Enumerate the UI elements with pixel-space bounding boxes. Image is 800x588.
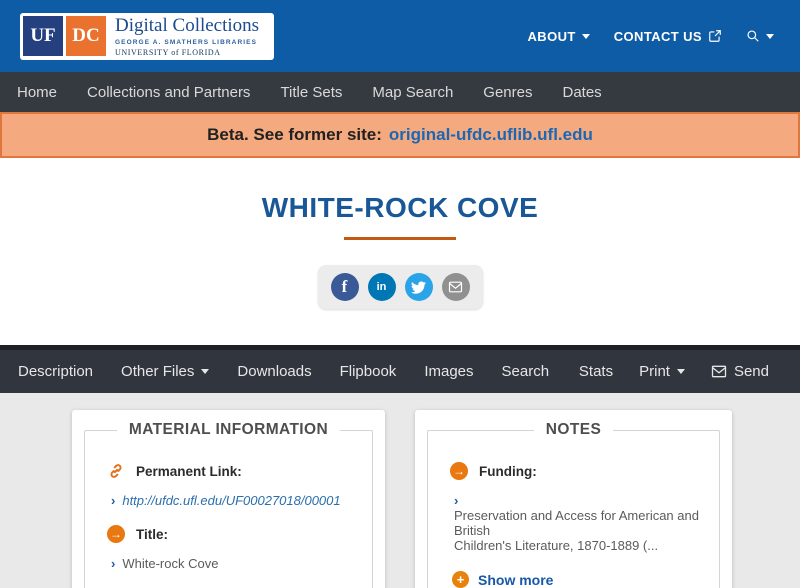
nav-item-dates[interactable]: Dates bbox=[547, 84, 616, 101]
site-header: UF DC Digital Collections GEORGE A. SMAT… bbox=[0, 0, 800, 72]
funding-value-row: ›Preservation and Access for American an… bbox=[454, 493, 707, 553]
twitter-icon bbox=[411, 280, 426, 294]
dc-logo-square: DC bbox=[66, 15, 106, 56]
contact-us-link[interactable]: CONTACT US bbox=[614, 29, 722, 44]
title-label-row: → Title: bbox=[107, 525, 360, 543]
title-value: White-rock Cove bbox=[122, 556, 219, 571]
chevron-down-icon bbox=[201, 369, 210, 374]
plus-circle-icon: + bbox=[452, 571, 469, 588]
show-more-link[interactable]: Show more bbox=[478, 572, 553, 588]
permanent-link-label-row: Permanent Link: bbox=[107, 462, 360, 480]
twitter-share-button[interactable] bbox=[404, 273, 433, 301]
tab-downloads[interactable]: Downloads bbox=[223, 363, 325, 380]
about-menu[interactable]: ABOUT bbox=[528, 29, 590, 44]
print-menu[interactable]: Print bbox=[626, 363, 698, 380]
chevron-right-icon: › bbox=[454, 493, 459, 508]
nav-item-home[interactable]: Home bbox=[8, 84, 72, 101]
page-title: WHITE-ROCK COVE bbox=[261, 192, 539, 223]
about-label: ABOUT bbox=[527, 28, 576, 44]
search-menu[interactable] bbox=[746, 29, 774, 43]
nav-item-map-search[interactable]: Map Search bbox=[357, 84, 468, 101]
link-icon bbox=[110, 464, 122, 478]
external-link-icon bbox=[709, 30, 721, 42]
arrow-circle-right-icon: → bbox=[107, 525, 125, 543]
envelope-icon bbox=[711, 365, 727, 378]
contact-label: CONTACT US bbox=[613, 28, 702, 44]
material-information-heading: MATERIAL INFORMATION bbox=[128, 421, 329, 438]
notes-heading: NOTES bbox=[545, 421, 602, 438]
arrow-circle-right-icon: → bbox=[450, 462, 468, 480]
facebook-icon: f bbox=[341, 277, 348, 296]
nav-item-title-sets[interactable]: Title Sets bbox=[265, 84, 357, 101]
ufdc-logo[interactable]: UF DC Digital Collections GEORGE A. SMAT… bbox=[20, 12, 275, 60]
chevron-right-icon: › bbox=[111, 556, 116, 571]
tab-description[interactable]: Description bbox=[4, 363, 107, 380]
stats-button[interactable]: Stats bbox=[566, 363, 626, 380]
funding-label: Funding: bbox=[479, 463, 537, 479]
logo-subtitle: GEORGE A. SMATHERS LIBRARIES bbox=[115, 38, 258, 46]
beta-banner: Beta. See former site: original-ufdc.ufl… bbox=[0, 112, 800, 158]
title-section: WHITE-ROCK COVE f in bbox=[0, 158, 800, 345]
notes-card: NOTES → Funding: ›Preservation and Acces… bbox=[415, 410, 732, 588]
item-toolbar: Description Other Files Downloads Flipbo… bbox=[0, 345, 800, 393]
title-value-row: › White-rock Cove bbox=[111, 556, 360, 571]
logo-text: Digital Collections GEORGE A. SMATHERS L… bbox=[106, 14, 271, 57]
other-files-label: Other Files bbox=[121, 363, 195, 380]
material-information-card: MATERIAL INFORMATION Permanent Link: › ht… bbox=[72, 410, 385, 588]
item-description-content: MATERIAL INFORMATION Permanent Link: › ht… bbox=[0, 393, 800, 588]
facebook-share-button[interactable]: f bbox=[330, 273, 359, 301]
header-nav: ABOUT CONTACT US bbox=[528, 29, 774, 44]
tab-flipbook[interactable]: Flipbook bbox=[326, 363, 411, 380]
nav-item-genres[interactable]: Genres bbox=[468, 84, 547, 101]
chevron-down-icon bbox=[676, 369, 685, 374]
main-nav: Home Collections and Partners Title Sets… bbox=[0, 72, 800, 112]
send-button[interactable]: Send bbox=[698, 363, 782, 380]
logo-institution: UNIVERSITY of FLORIDA bbox=[115, 47, 221, 57]
search-icon bbox=[747, 30, 759, 42]
title-label: Title: bbox=[136, 526, 169, 542]
tab-other-files[interactable]: Other Files bbox=[107, 363, 223, 380]
toolbar-left-group: Description Other Files Downloads Flipbo… bbox=[4, 363, 563, 380]
linkedin-share-button[interactable]: in bbox=[367, 273, 396, 301]
toolbar-right-group: Stats Print Send bbox=[566, 363, 782, 380]
chevron-right-icon: › bbox=[111, 493, 116, 508]
permanent-link-label: Permanent Link: bbox=[136, 463, 242, 479]
tab-search[interactable]: Search bbox=[488, 363, 564, 380]
envelope-icon bbox=[448, 281, 463, 293]
beta-message: Beta. See former site: bbox=[207, 125, 382, 144]
print-label: Print bbox=[639, 363, 670, 380]
chevron-down-icon bbox=[766, 33, 774, 39]
share-toolbar: f in bbox=[317, 265, 483, 309]
linkedin-icon: in bbox=[376, 281, 387, 293]
uf-logo-square: UF bbox=[23, 15, 63, 56]
title-underline bbox=[344, 237, 456, 240]
funding-value: Preservation and Access for American and… bbox=[454, 508, 699, 553]
send-label: Send bbox=[733, 363, 769, 380]
show-more-row: + Show more bbox=[452, 571, 707, 588]
funding-label-row: → Funding: bbox=[450, 462, 707, 480]
permanent-link[interactable]: http://ufdc.ufl.edu/UF00027018/00001 bbox=[122, 493, 340, 508]
email-share-button[interactable] bbox=[441, 273, 470, 301]
former-site-link[interactable]: original-ufdc.uflib.ufl.edu bbox=[389, 125, 593, 145]
nav-item-collections-and-partners[interactable]: Collections and Partners bbox=[72, 84, 265, 101]
permanent-link-value-row: › http://ufdc.ufl.edu/UF00027018/00001 bbox=[111, 493, 360, 508]
chevron-down-icon bbox=[581, 33, 590, 39]
tab-images[interactable]: Images bbox=[410, 363, 487, 380]
logo-title: Digital Collections bbox=[115, 14, 260, 36]
